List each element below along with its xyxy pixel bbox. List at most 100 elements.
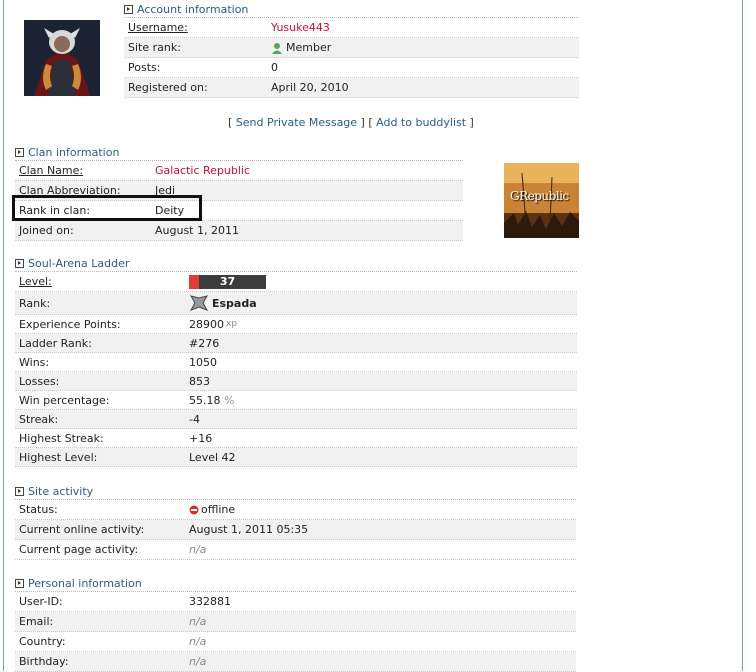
country-value: n/a — [189, 635, 207, 648]
site-activity-section: Site activity Status: offline Current on… — [15, 483, 576, 560]
joined-on-value: August 1, 2011 — [155, 224, 239, 237]
clan-logo-text: GRepublic — [510, 189, 569, 203]
section-title: Soul-Arena Ladder — [28, 256, 130, 270]
site-activity-header[interactable]: Site activity — [15, 483, 576, 499]
level-value: 37 — [219, 275, 236, 288]
birthday-label: Birthday: — [19, 655, 69, 668]
section-title: Account information — [137, 2, 249, 16]
ladder-row-streak: Streak: -4 — [15, 410, 577, 429]
offline-status-icon — [189, 505, 199, 514]
status-label: Status: — [19, 503, 58, 516]
experience-value-wrap: 28900 xp — [189, 318, 237, 331]
ladder-row-highest-streak: Highest Streak: +16 — [15, 429, 577, 448]
add-to-buddylist-link[interactable]: Add to buddylist — [376, 116, 466, 129]
account-table: Username: Yusuke443 Site rank: Member Po… — [124, 17, 579, 98]
soul-arena-ladder-section: Soul-Arena Ladder Level: 37 Rank: Espada… — [15, 255, 577, 467]
avatar-figure-icon — [24, 20, 100, 96]
site-rank-value-wrap: Member — [271, 41, 331, 54]
wins-label: Wins: — [19, 355, 50, 369]
streak-value: -4 — [189, 412, 200, 426]
ladder-row-experience: Experience Points: 28900 xp — [15, 315, 577, 334]
expand-toggle-icon[interactable] — [15, 578, 24, 588]
site-rank-value: Member — [286, 41, 332, 54]
personal-row-birthday: Birthday: n/a — [15, 652, 576, 672]
clan-row-joined: Joined on: August 1, 2011 — [15, 221, 463, 241]
win-percentage-value: 55.18 — [189, 393, 221, 407]
user-avatar — [24, 20, 100, 96]
account-row-username: Username: Yusuke443 — [124, 18, 579, 38]
win-percentage-label: Win percentage: — [19, 393, 110, 407]
activity-row-status: Status: offline — [15, 500, 576, 520]
username-value: Yusuke443 — [271, 21, 330, 34]
page-activity-label: Current page activity: — [19, 543, 139, 556]
activity-row-online: Current online activity: August 1, 2011 … — [15, 520, 576, 540]
country-label: Country: — [19, 635, 66, 648]
ladder-row-ladder-rank: Ladder Rank: #276 — [15, 334, 577, 353]
streak-label: Streak: — [19, 412, 59, 426]
ladder-row-rank: Rank: Espada — [15, 292, 577, 315]
ladder-row-losses: Losses: 853 — [15, 372, 577, 391]
status-value: offline — [201, 503, 236, 516]
expand-toggle-icon[interactable] — [15, 147, 24, 157]
ladder-row-win-percentage: Win percentage: 55.18 % — [15, 391, 577, 410]
right-frame-border — [742, 0, 743, 671]
account-row-site-rank: Site rank: Member — [124, 38, 579, 58]
wins-value: 1050 — [189, 355, 217, 369]
clan-logo[interactable]: GRepublic — [504, 163, 579, 238]
activity-table: Status: offline Current online activity:… — [15, 499, 576, 560]
user-id-value: 332881 — [189, 595, 231, 608]
profile-action-links: [ Send Private Message ] [ Add to buddyl… — [228, 116, 474, 129]
rank-value-wrap: Espada — [189, 294, 257, 312]
highest-level-value: Level 42 — [189, 450, 236, 464]
expand-toggle-icon[interactable] — [15, 258, 24, 268]
posts-value: 0 — [271, 61, 278, 74]
online-activity-value: August 1, 2011 05:35 — [189, 523, 309, 536]
ladder-rank-value: #276 — [189, 336, 220, 350]
highlight-box — [12, 195, 202, 221]
highest-level-label: Highest Level: — [19, 450, 98, 464]
account-row-registered: Registered on: April 20, 2010 — [124, 78, 579, 98]
highest-streak-value: +16 — [189, 431, 213, 445]
expand-toggle-icon[interactable] — [124, 4, 133, 14]
level-value-wrap: 37 — [189, 274, 266, 289]
left-frame-border — [3, 0, 4, 671]
personal-table: User-ID: 332881 Email: n/a Country: n/a … — [15, 591, 576, 672]
section-title: Site activity — [28, 484, 94, 498]
personal-information-section: Personal information User-ID: 332881 Ema… — [15, 575, 576, 672]
experience-label: Experience Points: — [19, 317, 121, 331]
send-private-message-link[interactable]: Send Private Message — [236, 116, 357, 129]
personal-row-email: Email: n/a — [15, 612, 576, 632]
status-value-wrap: offline — [189, 503, 235, 516]
section-title: Clan information — [28, 145, 120, 159]
account-information-header[interactable]: Account information — [124, 1, 579, 17]
rank-label: Rank: — [19, 296, 51, 310]
email-value: n/a — [189, 615, 207, 628]
losses-value: 853 — [189, 374, 210, 388]
losses-label: Losses: — [19, 374, 60, 388]
rank-value: Espada — [212, 296, 257, 310]
espada-rank-icon — [189, 295, 209, 311]
ladder-row-highest-level: Highest Level: Level 42 — [15, 448, 577, 467]
section-title: Personal information — [28, 576, 142, 590]
account-information-section: Account information Username: Yusuke443 … — [124, 1, 579, 98]
email-label: Email: — [19, 615, 54, 628]
activity-row-page: Current page activity: n/a — [15, 540, 576, 560]
ladder-header[interactable]: Soul-Arena Ladder — [15, 255, 577, 271]
percent-unit: % — [224, 393, 235, 407]
clan-information-header[interactable]: Clan information — [15, 144, 463, 160]
xp-unit: xp — [226, 319, 238, 329]
user-id-label: User-ID: — [19, 595, 63, 608]
ladder-row-level: Level: 37 — [15, 272, 577, 292]
page-activity-value: n/a — [189, 543, 207, 556]
joined-on-label: Joined on: — [19, 224, 74, 237]
registered-label: Registered on: — [128, 81, 208, 94]
personal-row-country: Country: n/a — [15, 632, 576, 652]
ladder-row-wins: Wins: 1050 — [15, 353, 577, 372]
expand-toggle-icon[interactable] — [15, 486, 24, 496]
birthday-value: n/a — [189, 655, 207, 668]
experience-value: 28900 — [189, 317, 224, 331]
online-activity-label: Current online activity: — [19, 523, 145, 536]
personal-information-header[interactable]: Personal information — [15, 575, 576, 591]
clan-name-value[interactable]: Galactic Republic — [155, 164, 250, 177]
level-progress-bar: 37 — [189, 274, 266, 289]
